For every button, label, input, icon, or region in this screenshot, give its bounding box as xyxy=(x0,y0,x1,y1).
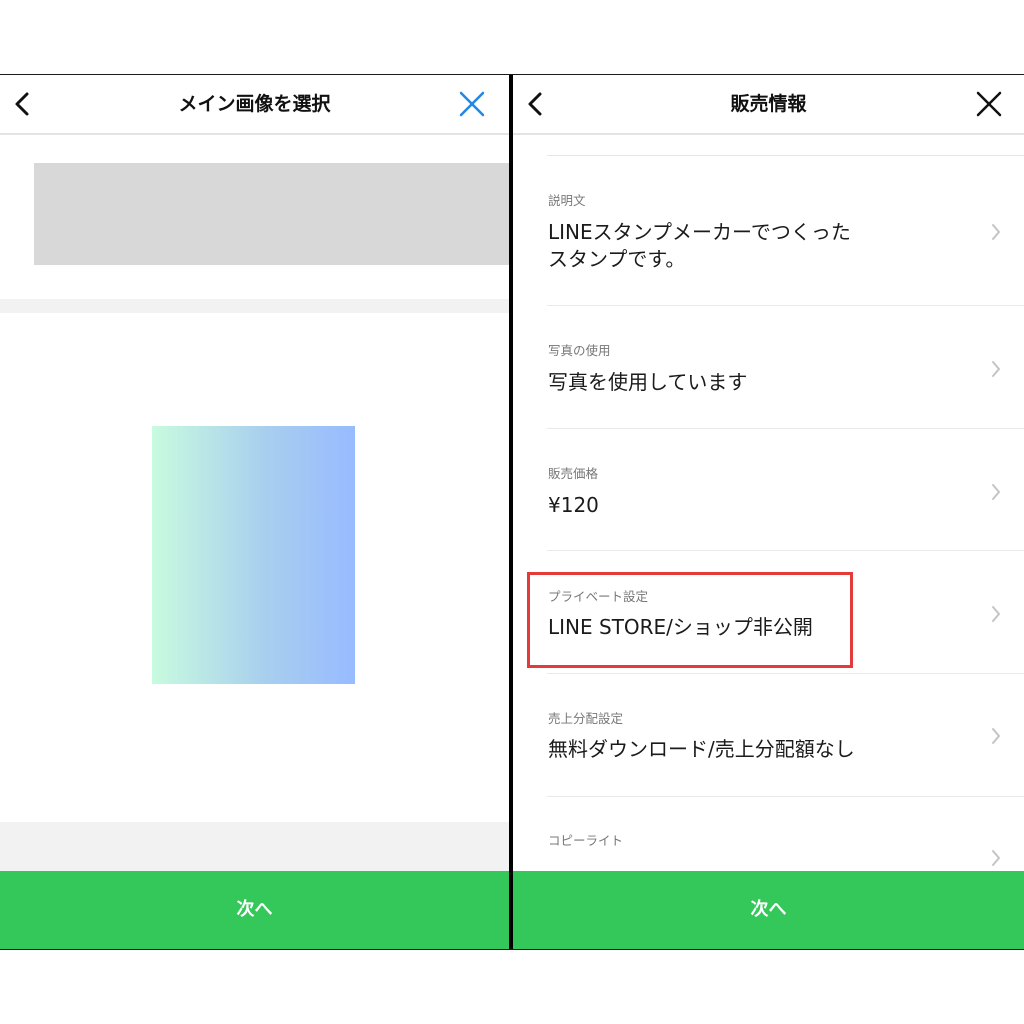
chevron-left-icon xyxy=(15,92,29,116)
chevron-left-icon xyxy=(528,92,542,116)
navigation-bar: メイン画像を選択 xyxy=(0,75,509,135)
image-strip[interactable] xyxy=(34,163,509,265)
next-button[interactable]: 次へ xyxy=(513,871,1024,949)
close-icon xyxy=(976,91,1002,117)
chevron-right-icon xyxy=(992,484,1000,500)
row-label: コピーライト xyxy=(548,833,624,848)
chevron-right-icon xyxy=(992,361,1000,377)
close-button[interactable] xyxy=(970,85,1008,123)
close-icon xyxy=(459,91,485,117)
section-divider xyxy=(0,299,509,313)
page-title: メイン画像を選択 xyxy=(178,93,331,115)
list-item-copyright[interactable]: コピーライト xyxy=(513,797,1024,871)
row-value: LINEスタンプメーカーでつくった xyxy=(548,220,851,244)
chevron-right-icon xyxy=(992,224,1000,240)
back-button[interactable] xyxy=(515,85,553,123)
row-label: プライベート設定 xyxy=(548,589,649,604)
next-button[interactable]: 次へ xyxy=(0,871,509,949)
list-item-photo-usage[interactable]: 写真の使用 写真を使用しています xyxy=(513,306,1024,429)
row-label: 写真の使用 xyxy=(548,343,611,358)
close-button[interactable] xyxy=(453,85,491,123)
list-item-revenue-share[interactable]: 売上分配設定 無料ダウンロード/売上分配額なし xyxy=(513,674,1024,797)
row-value: 写真を使用しています xyxy=(548,370,748,394)
chevron-right-icon xyxy=(992,728,1000,744)
list-item-description[interactable]: 説明文 LINEスタンプメーカーでつくった スタンプです。 xyxy=(513,156,1024,306)
row-label: 販売価格 xyxy=(548,466,599,481)
row-label: 売上分配設定 xyxy=(548,711,624,726)
page-title: 販売情報 xyxy=(730,93,807,115)
chevron-right-icon xyxy=(992,606,1000,622)
screenshot-frame: メイン画像を選択 次へ 販売情報 説明文 LINEスタンプメーカーでつくった ス… xyxy=(0,74,1024,950)
main-image-select-screen: メイン画像を選択 次へ xyxy=(0,75,509,949)
list-item-price[interactable]: 販売価格 ¥120 xyxy=(513,429,1024,551)
row-label: 説明文 xyxy=(548,193,586,208)
row-value: 無料ダウンロード/売上分配額なし xyxy=(548,737,855,761)
sales-info-list: 説明文 LINEスタンプメーカーでつくった スタンプです。 写真の使用 写真を使… xyxy=(513,135,1024,871)
sales-info-screen: 販売情報 説明文 LINEスタンプメーカーでつくった スタンプです。 写真の使用… xyxy=(513,75,1024,949)
row-value: LINE STORE/ショップ非公開 xyxy=(548,615,813,639)
chevron-right-icon xyxy=(992,850,1000,866)
main-image-preview xyxy=(152,426,355,684)
navigation-bar: 販売情報 xyxy=(513,75,1024,135)
list-item-private-settings[interactable]: プライベート設定 LINE STORE/ショップ非公開 xyxy=(513,551,1024,674)
back-button[interactable] xyxy=(2,85,40,123)
row-value: スタンプです。 xyxy=(548,247,686,271)
section-divider xyxy=(0,822,509,872)
row-value: ¥120 xyxy=(548,493,599,517)
